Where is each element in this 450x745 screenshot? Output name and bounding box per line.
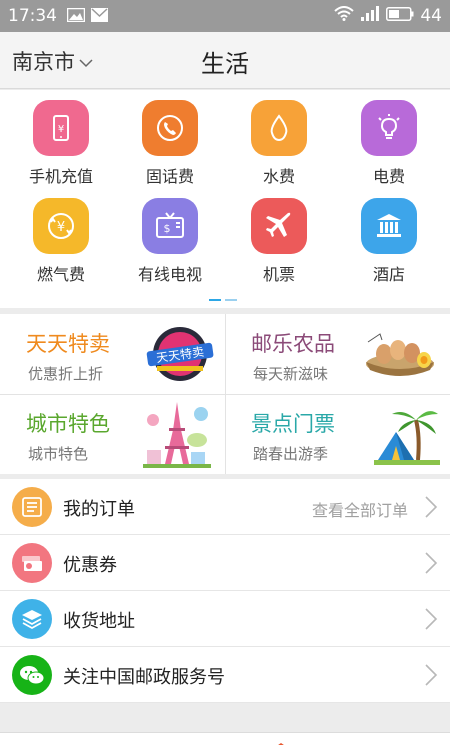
eiffel-tower-image [139,400,215,474]
page-dot-active [209,299,221,301]
battery-level: 44 [420,6,442,26]
daily-sale-badge: 天天特卖 [145,320,215,390]
promo-title: 景点门票 [251,412,335,436]
cable-tv-icon: $ [142,198,198,254]
wifi-icon [334,6,355,26]
menu-item-coupons[interactable]: 优惠券 [0,535,450,591]
menu-item-orders[interactable]: 我的订单 查看全部订单 [0,479,450,535]
menu-item-label: 关注中国邮政服务号 [63,667,225,688]
promo-subtitle: 每天新滋味 [253,365,329,383]
menu-item-follow-wechat[interactable]: 关注中国邮政服务号 [0,647,450,703]
service-hotel[interactable]: 酒店 [333,198,445,285]
service-landline[interactable]: 固话费 [114,100,226,187]
view-all-orders-link[interactable]: 查看全部订单 [312,497,408,521]
battery-icon [386,6,414,26]
gas-coin-icon: ¥ [33,198,89,254]
gallery-icon [66,7,86,26]
promo-grid: 天天特卖 优惠折上折 天天特卖 邮乐农品 每天新滋味 城市特色 城市特色 景点门… [0,314,450,474]
menu-item-label: 收货地址 [63,611,135,632]
promo-farm-products[interactable]: 邮乐农品 每天新滋味 [225,314,450,394]
services-grid: ¥ 手机充值 固话费 水费 电费 ¥ 燃气费 $ 有线电视 机票 酒店 [0,90,450,308]
service-gas[interactable]: ¥ 燃气费 [5,198,117,285]
service-cable-tv[interactable]: $ 有线电视 [114,198,226,285]
menu-item-address[interactable]: 收货地址 [0,591,450,647]
tab-home-icon[interactable] [40,739,74,745]
promo-title: 邮乐农品 [251,332,335,356]
hotel-building-icon [361,198,417,254]
tab-life-icon[interactable] [268,737,294,745]
mail-icon [91,7,108,26]
svg-text:$: $ [164,222,171,235]
signal-icon [360,6,380,26]
address-layers-icon [12,599,52,639]
airplane-icon [251,198,307,254]
promo-divider-horizontal [0,394,450,395]
page-dot [225,299,237,301]
service-flight[interactable]: 机票 [223,198,335,285]
service-water[interactable]: 水费 [223,100,335,187]
status-bar: 17:34 44 [0,0,450,32]
page-indicator [209,299,237,301]
status-time: 17:34 [8,6,57,26]
tab-phone-icon[interactable] [162,739,176,745]
coupon-icon [12,543,52,583]
promo-subtitle: 优惠折上折 [28,365,104,383]
service-electricity[interactable]: 电费 [333,100,445,187]
service-label: 有线电视 [137,265,202,284]
bottom-tab-bar [0,732,450,745]
menu-list: 我的订单 查看全部订单 优惠券 收货地址 关注中国邮政服务号 [0,479,450,703]
service-mobile-recharge[interactable]: ¥ 手机充值 [5,100,117,187]
water-drop-icon [251,100,307,156]
service-label: 机票 [262,265,295,284]
promo-scenic-tickets[interactable]: 景点门票 踏春出游季 [225,394,450,474]
promo-subtitle: 城市特色 [28,445,89,463]
svg-text:¥: ¥ [57,220,65,235]
menu-item-label: 我的订单 [63,499,135,520]
svg-text:¥: ¥ [58,124,64,135]
chevron-right-icon [424,495,438,523]
service-label: 水费 [262,167,295,186]
wechat-icon [12,655,52,695]
order-list-icon [12,487,52,527]
service-label: 燃气费 [36,265,85,284]
service-label: 手机充值 [28,167,93,186]
phone-recharge-icon: ¥ [33,100,89,156]
menu-item-label: 优惠券 [63,555,117,576]
lightbulb-icon [361,100,417,156]
chevron-right-icon [424,551,438,579]
promo-title: 城市特色 [26,412,110,436]
chevron-right-icon [424,607,438,635]
eggs-basket-image [360,320,440,384]
service-label: 固话费 [145,167,194,186]
promo-title: 天天特卖 [26,332,110,356]
service-label: 电费 [372,167,405,186]
landline-icon [142,100,198,156]
service-label: 酒店 [372,265,405,284]
tent-palm-image [374,400,440,470]
promo-city-specialty[interactable]: 城市特色 城市特色 [0,394,225,474]
chevron-right-icon [424,663,438,691]
page-title: 生活 [201,50,249,78]
tab-profile-icon[interactable] [384,739,402,745]
promo-daily-sale[interactable]: 天天特卖 优惠折上折 天天特卖 [0,314,225,394]
promo-subtitle: 踏春出游季 [253,445,329,463]
app-header: 南京市 生活 [0,32,450,89]
